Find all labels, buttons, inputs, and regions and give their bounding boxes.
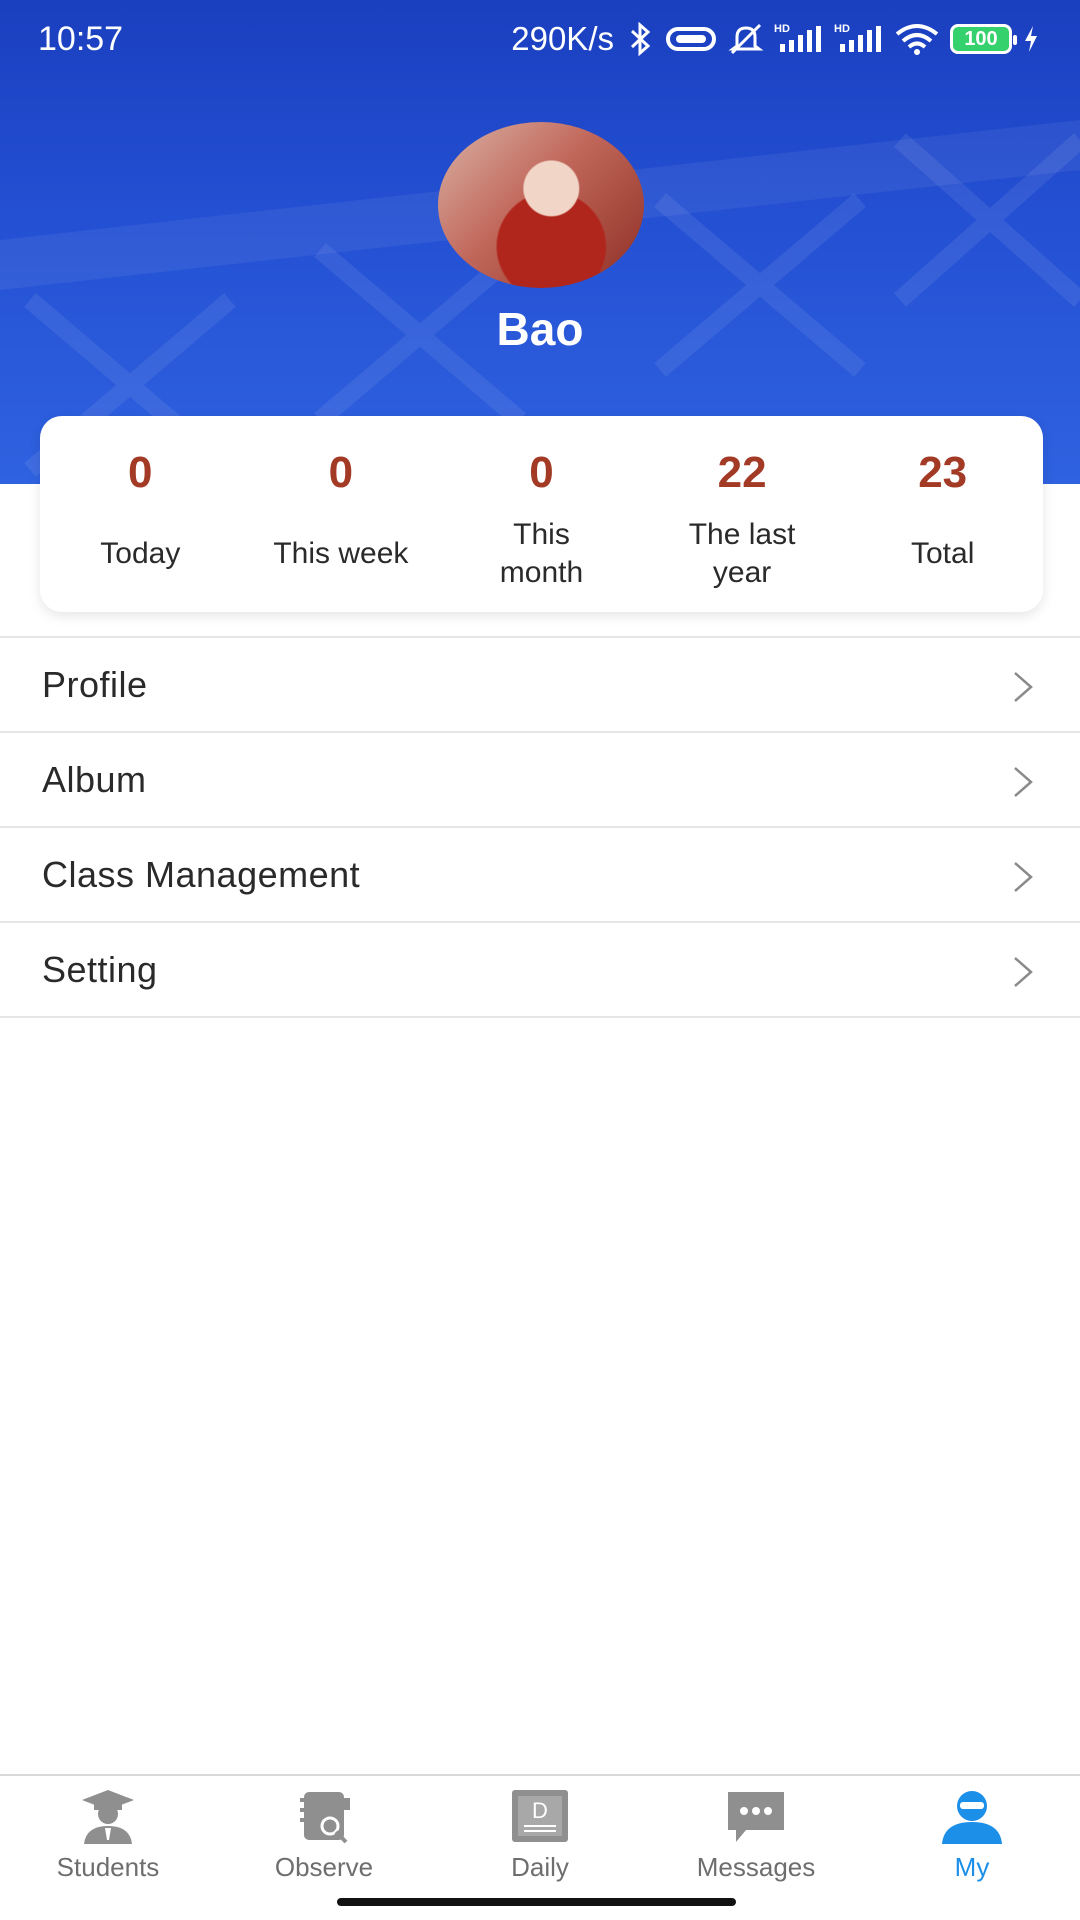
battery-level: 100 — [964, 27, 998, 50]
settings-menu: Profile Album Class Management Setting — [0, 636, 1080, 1018]
signal-hd-icon: HD — [774, 23, 821, 52]
stats-card: 0 Today 0 This week 0 This month 22 The … — [40, 416, 1043, 612]
status-time: 10:57 — [38, 20, 124, 58]
stat-value: 0 — [529, 448, 554, 497]
chevron-right-icon — [1014, 957, 1033, 987]
stat-value: 22 — [717, 448, 767, 497]
daily-d-icon: D — [512, 1790, 568, 1842]
tab-daily[interactable]: D Daily — [460, 1788, 620, 1888]
stat-label: This week — [273, 537, 409, 570]
svg-text:HD: HD — [774, 23, 790, 35]
status-bar: 10:57 290K/s HD HD 100 — [0, 0, 1080, 80]
tab-label: Observe — [274, 1852, 374, 1882]
stat-this-week: 0 This week — [241, 416, 442, 612]
signal-hd-icon: HD — [834, 23, 881, 52]
menu-item-label: Profile — [42, 663, 148, 705]
vibrate-icon — [666, 27, 716, 51]
bluetooth-icon — [630, 22, 651, 56]
stat-value: 0 — [128, 448, 153, 497]
menu-item-label: Album — [42, 758, 147, 800]
stat-value: 0 — [328, 448, 354, 497]
profile-header: 10:57 290K/s HD HD 100 Bao — [0, 0, 1080, 484]
menu-item-album[interactable]: Album — [0, 733, 1080, 828]
tab-label: Messages — [696, 1852, 816, 1882]
stat-last-year: 22 The last year — [642, 416, 843, 612]
stat-label: Total — [910, 537, 975, 570]
chat-bubble-icon — [728, 1792, 784, 1842]
menu-item-profile[interactable]: Profile — [0, 638, 1080, 733]
tab-label: My — [954, 1852, 990, 1882]
tab-students[interactable]: Students — [28, 1788, 188, 1888]
home-indicator[interactable] — [337, 1898, 736, 1906]
chevron-right-icon — [1014, 767, 1033, 797]
tab-label: Daily — [511, 1852, 569, 1882]
graduate-icon — [82, 1790, 134, 1844]
tab-label: Students — [56, 1852, 160, 1882]
user-name: Bao — [496, 303, 584, 355]
person-icon — [942, 1791, 1002, 1844]
stat-value: 23 — [918, 448, 968, 497]
menu-item-label: Setting — [42, 948, 158, 990]
wifi-icon — [895, 24, 939, 55]
tab-messages[interactable]: Messages — [676, 1788, 836, 1888]
menu-item-setting[interactable]: Setting — [0, 923, 1080, 1018]
notebook-search-icon — [300, 1792, 350, 1844]
stat-label: This month — [499, 518, 584, 589]
tab-observe[interactable]: Observe — [244, 1788, 404, 1888]
chevron-right-icon — [1014, 672, 1033, 702]
stat-today: 0 Today — [40, 416, 241, 612]
stat-total: 23 Total — [842, 416, 1043, 612]
avatar[interactable] — [438, 122, 644, 288]
mute-bell-icon — [728, 23, 764, 55]
menu-item-class-management[interactable]: Class Management — [0, 828, 1080, 923]
tab-my[interactable]: My — [892, 1788, 1052, 1888]
battery-icon: 100 — [950, 24, 1017, 54]
stat-label: Today — [100, 537, 181, 570]
menu-item-label: Class Management — [42, 853, 361, 895]
stat-this-month: 0 This month — [441, 416, 642, 612]
stat-label: The last year — [688, 518, 796, 589]
svg-text:HD: HD — [834, 23, 850, 35]
network-speed: 290K/s — [511, 20, 614, 57]
charging-icon — [1025, 26, 1037, 52]
status-icons: 290K/s HD HD 100 — [511, 18, 1040, 60]
svg-text:D: D — [532, 1798, 548, 1823]
chevron-right-icon — [1014, 862, 1033, 892]
